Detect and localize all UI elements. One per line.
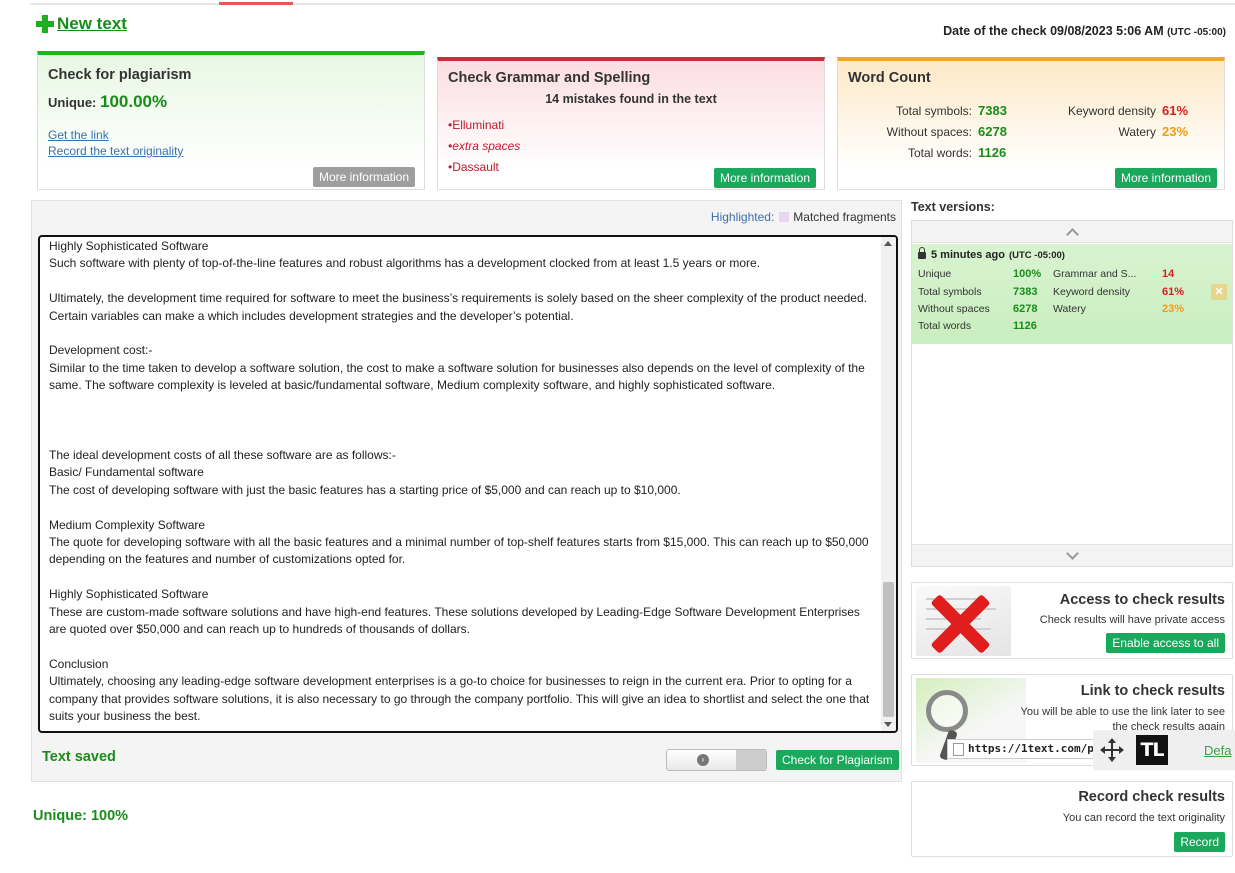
version-time: 5 minutes ago <box>931 249 1005 261</box>
plagiarism-title: Check for plagiarism <box>48 67 192 83</box>
magnifier-icon <box>926 690 968 732</box>
mistake-item[interactable]: Elluminati <box>448 115 824 136</box>
scroll-thumb[interactable] <box>883 582 894 717</box>
grammar-title: Check Grammar and Spelling <box>448 70 651 86</box>
keyword-density-stat: Keyword density 61% <box>1067 103 1189 118</box>
unique-score: Unique: 100.00% <box>48 92 424 112</box>
record-card: Record check results You can record the … <box>911 781 1233 857</box>
grammar-more-button[interactable]: More information <box>713 168 816 188</box>
access-card: Access to check results Check results wi… <box>911 582 1233 659</box>
word-count-more-button[interactable]: More information <box>1114 168 1217 188</box>
move-icon[interactable] <box>1100 738 1124 762</box>
scroll-up-icon[interactable] <box>884 241 892 246</box>
version-header: 5 minutes ago (UTC -05:00) <box>918 246 1065 261</box>
result-url-field[interactable]: https://1text.com/pla <box>947 739 1097 759</box>
editor-scrollbar[interactable] <box>881 237 896 731</box>
versions-panel: 5 minutes ago (UTC -05:00) Unique 100% To… <box>911 220 1233 567</box>
lock-icon <box>918 246 926 260</box>
plus-icon <box>36 15 54 33</box>
document-illustration <box>916 586 1011 656</box>
versions-scroll-up[interactable] <box>912 221 1232 243</box>
new-text-link[interactable]: New text <box>36 14 127 34</box>
text-editor[interactable]: Highly Sophisticated Software Such softw… <box>38 235 898 733</box>
check-date-value: Date of the check 09/08/2023 5:06 AM <box>943 24 1164 38</box>
without-spaces-stat: Without spaces: 6278 <box>886 124 1007 139</box>
highlighted-label: Highlighted: <box>710 210 775 224</box>
record-desc: You can record the text originality <box>1062 812 1225 824</box>
toggle-knob <box>736 750 766 770</box>
result-url: https://1text.com/pla <box>968 742 1097 755</box>
version-total-words: Total words 1126 <box>918 320 1037 332</box>
version-keyword-density: Keyword density 61% <box>1053 286 1185 298</box>
delete-version-icon[interactable]: ✕ <box>1211 284 1227 300</box>
unique-label: Unique: <box>48 95 97 110</box>
default-link[interactable]: Defa <box>1204 743 1231 758</box>
unique-summary: Unique: 100% <box>33 808 129 824</box>
access-desc: Check results will have private access <box>1039 614 1225 626</box>
version-item[interactable]: 5 minutes ago (UTC -05:00) Unique 100% To… <box>912 244 1232 344</box>
check-date-timezone: (UTC -05:00) <box>1167 27 1226 38</box>
matched-fragments-label: Matched fragments <box>793 210 896 224</box>
link-title: Link to check results <box>1080 683 1225 699</box>
enable-access-button[interactable]: Enable access to all <box>1106 633 1225 653</box>
version-total-symbols: Total symbols 7383 <box>918 286 1038 298</box>
mistakes-summary: 14 mistakes found in the text <box>545 92 717 106</box>
word-count-card: Word Count Total symbols: 7383 Without sp… <box>837 57 1225 190</box>
record-originality-link[interactable]: Record the text originality <box>48 143 424 159</box>
active-tab-marker <box>219 2 293 5</box>
plagiarism-more-button[interactable]: More information <box>312 167 415 187</box>
record-title: Record check results <box>1078 789 1225 805</box>
scroll-down-icon[interactable] <box>884 722 892 727</box>
grammar-card: Check Grammar and Spelling 14 mistakes f… <box>437 57 825 190</box>
version-timezone: (UTC -05:00) <box>1008 249 1065 261</box>
get-link[interactable]: Get the link <box>48 127 424 143</box>
unique-value: 100.00% <box>100 92 168 111</box>
chevron-up-icon <box>1065 227 1079 241</box>
word-count-title: Word Count <box>848 70 931 86</box>
version-unique: Unique 100% <box>918 268 1042 280</box>
matched-swatch <box>779 212 790 222</box>
red-x-icon <box>930 594 990 654</box>
total-symbols-stat: Total symbols: 7383 <box>895 103 1007 118</box>
toggle-arrow-icon: › <box>697 754 709 766</box>
editor-panel: Highlighted: Matched fragments Highly So… <box>31 200 902 782</box>
plagiarism-card: Check for plagiarism Unique: 100.00% Get… <box>37 51 425 190</box>
highlight-legend: Highlighted: Matched fragments <box>711 210 896 224</box>
editor-text[interactable]: Highly Sophisticated Software Such softw… <box>40 237 896 725</box>
total-words-stat: Total words: 1126 <box>907 145 1007 160</box>
document-icon <box>953 743 964 756</box>
text-saved-status: Text saved <box>42 749 116 765</box>
options-toggle[interactable]: › <box>666 749 767 771</box>
chevron-down-icon <box>1065 546 1079 560</box>
versions-title: Text versions: <box>911 200 995 214</box>
record-button[interactable]: Record <box>1174 832 1225 852</box>
new-text-label: New text <box>57 14 127 33</box>
check-date: Date of the check 09/08/2023 5:06 AM (UT… <box>943 24 1226 38</box>
versions-scroll-down[interactable] <box>912 544 1232 566</box>
version-without-spaces: Without spaces 6278 <box>918 303 1038 315</box>
tl-logo[interactable]: TL <box>1136 735 1168 765</box>
version-grammar: Grammar and S... 14 <box>1053 268 1175 280</box>
mistake-item[interactable]: extra spaces <box>448 136 824 157</box>
version-watery: Watery 23% <box>1053 303 1185 315</box>
floating-toolbar: TL Defa <box>1093 730 1235 770</box>
top-divider <box>30 2 1235 5</box>
check-plagiarism-button[interactable]: Check for Plagiarism <box>776 750 899 770</box>
access-title: Access to check results <box>1059 592 1225 608</box>
watery-stat: Watery 23% <box>1118 124 1189 139</box>
